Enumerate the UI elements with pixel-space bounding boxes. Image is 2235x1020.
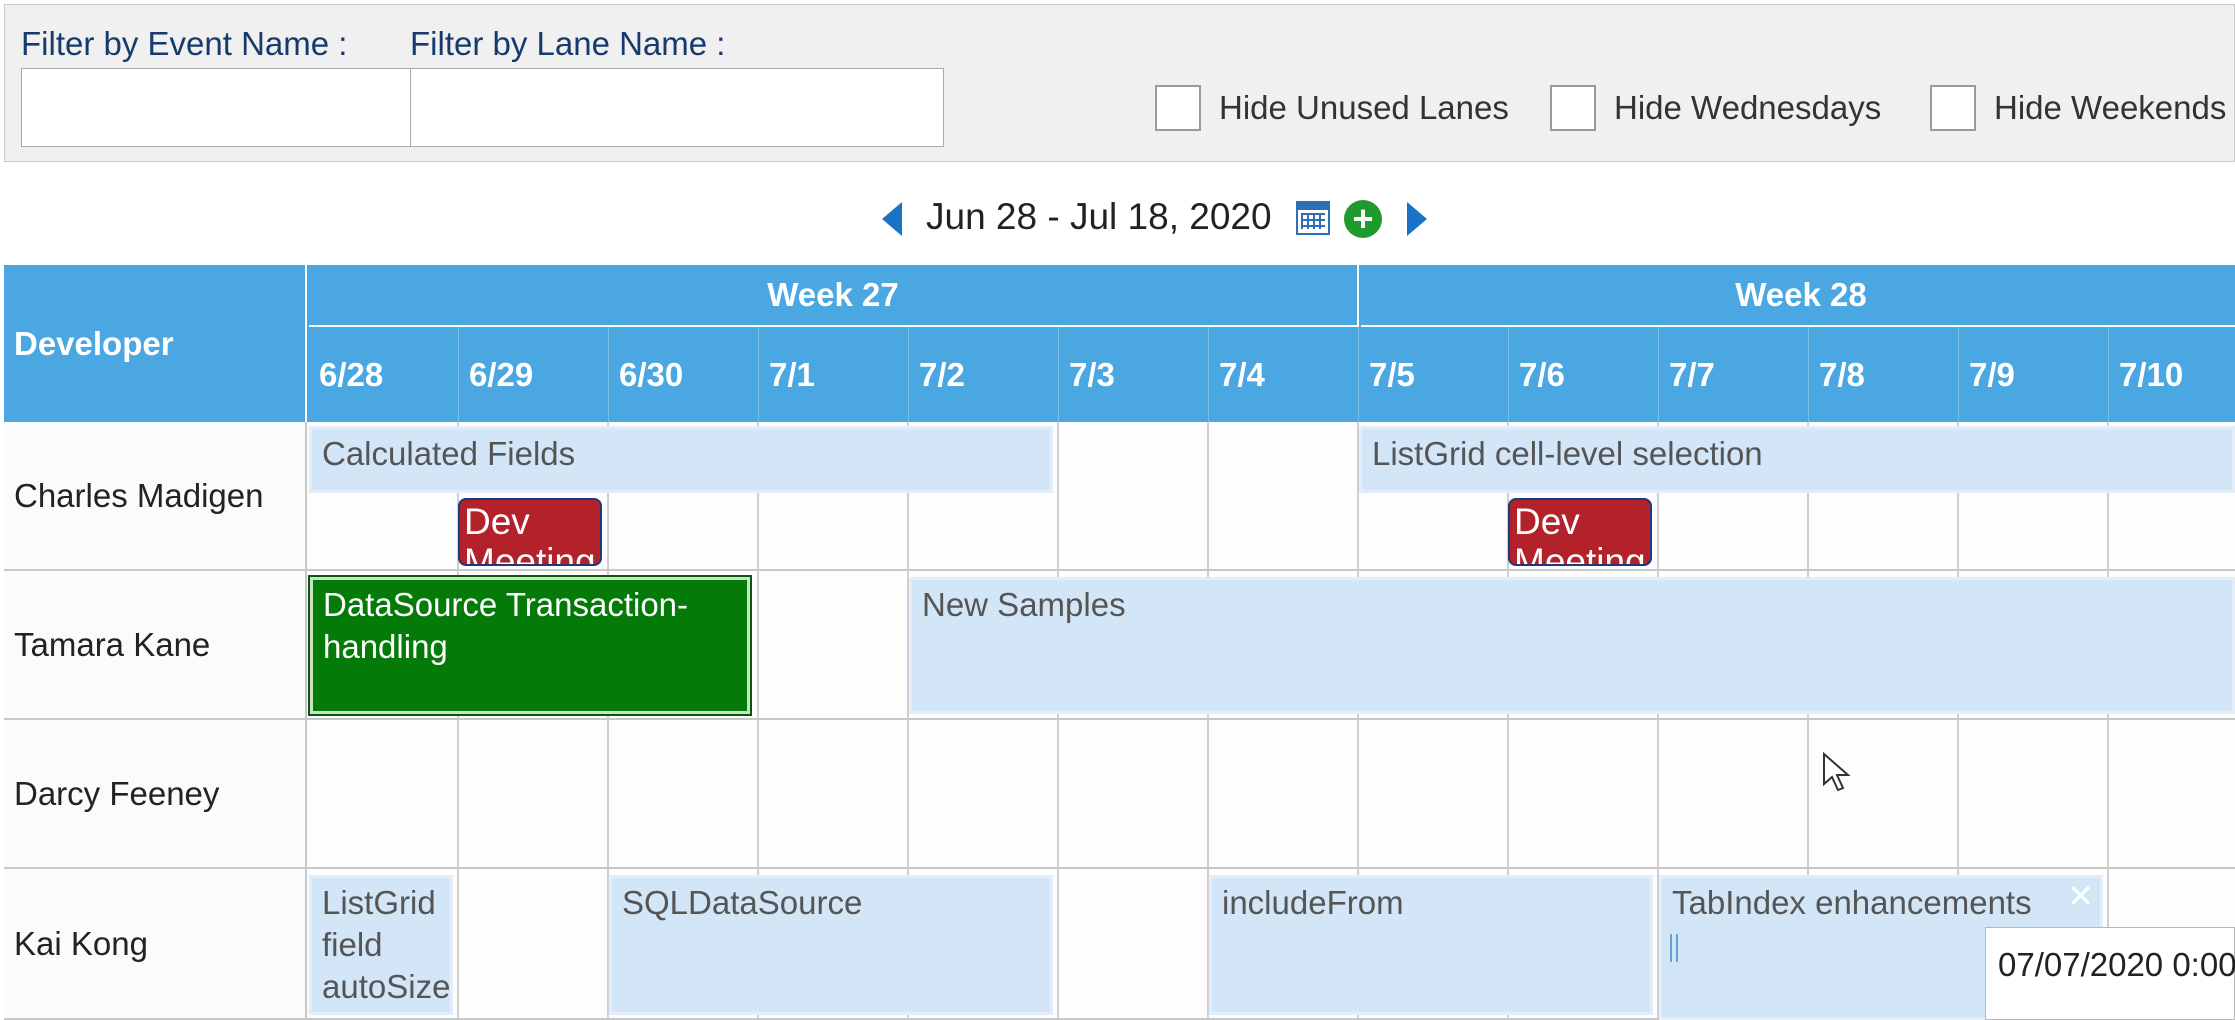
day-header: 7/8	[1809, 327, 1959, 422]
lane-name[interactable]: Charles Madigen	[4, 422, 307, 569]
lane-name-filter-label: Filter by Lane Name :	[410, 25, 726, 62]
event-listgrid-cell-selection[interactable]: ListGrid cell-level selection	[1359, 426, 2235, 493]
lane-column-header[interactable]: Developer	[4, 265, 307, 422]
add-event-icon[interactable]: +	[1344, 200, 1382, 238]
event-new-samples[interactable]: New Samples	[909, 577, 2235, 714]
day-header: 7/6	[1509, 327, 1659, 422]
day-header: 6/30	[609, 327, 759, 422]
day-header: 7/1	[759, 327, 909, 422]
hide-wednesdays-checkbox[interactable]: Hide Wednesdays	[1550, 83, 1881, 133]
calendar-icon[interactable]	[1296, 201, 1330, 235]
date-range-label: Jun 28 - Jul 18, 2020	[926, 196, 1272, 237]
checkbox-box[interactable]	[1930, 85, 1976, 131]
checkbox-label: Hide Weekends	[1994, 89, 2227, 126]
date-tooltip: 07/07/2020 0:00	[1985, 927, 2235, 1020]
day-header: 7/7	[1659, 327, 1809, 422]
week-header: Week 28	[1361, 265, 2235, 327]
day-header: 7/10	[2109, 327, 2235, 422]
lane-name[interactable]: Tamara Kane	[4, 571, 307, 718]
checkbox-box[interactable]	[1550, 85, 1596, 131]
lane-name-filter-input[interactable]	[410, 68, 944, 147]
date-navigator: Jun 28 - Jul 18, 2020 +	[0, 190, 2235, 250]
day-cell[interactable]	[609, 720, 759, 867]
timeline-header: Developer Week 27 Week 28 6/28 6/29 6/30…	[4, 265, 2235, 422]
day-cell[interactable]	[459, 720, 609, 867]
day-cell[interactable]	[759, 720, 909, 867]
close-icon[interactable]: ✕	[2067, 878, 2094, 914]
day-cell[interactable]	[2109, 720, 2235, 867]
day-cell[interactable]	[1059, 720, 1209, 867]
event-datasource-transaction[interactable]: DataSource Transaction-handling	[308, 575, 752, 716]
day-header: 7/9	[1959, 327, 2109, 422]
lane-row: Darcy Feeney	[4, 720, 2235, 869]
day-header: 7/2	[909, 327, 1059, 422]
day-header: 7/4	[1209, 327, 1359, 422]
event-listgrid-field-autosize[interactable]: ListGrid field autoSize	[309, 875, 453, 1015]
day-cell[interactable]	[309, 720, 459, 867]
checkbox-box[interactable]	[1155, 85, 1201, 131]
day-header: 7/3	[1059, 327, 1209, 422]
day-cell[interactable]	[1359, 720, 1509, 867]
day-header: 6/28	[309, 327, 459, 422]
day-header: 6/29	[459, 327, 609, 422]
day-cell[interactable]	[459, 869, 609, 1018]
lane-name[interactable]: Darcy Feeney	[4, 720, 307, 867]
day-cell[interactable]	[1059, 869, 1209, 1018]
mouse-cursor-icon	[1823, 752, 1851, 792]
checkbox-label: Hide Wednesdays	[1614, 89, 1882, 126]
week-header: Week 27	[309, 265, 1359, 327]
day-cell[interactable]	[909, 720, 1059, 867]
hide-unused-lanes-checkbox[interactable]: Hide Unused Lanes	[1155, 83, 1509, 133]
day-header: 7/5	[1359, 327, 1509, 422]
hide-weekends-checkbox[interactable]: Hide Weekends	[1930, 83, 2226, 133]
event-dev-meeting[interactable]: Dev Meeting	[1508, 498, 1652, 566]
event-dev-meeting[interactable]: Dev Meeting	[458, 498, 602, 566]
day-cell[interactable]	[1059, 422, 1209, 569]
day-cell[interactable]	[1209, 720, 1359, 867]
chevron-right-icon[interactable]	[1407, 202, 1427, 236]
chevron-left-icon[interactable]	[882, 202, 902, 236]
event-name-filter-label: Filter by Event Name :	[21, 25, 348, 62]
day-cell[interactable]	[1209, 422, 1359, 569]
filter-bar: Filter by Event Name : Filter by Lane Na…	[4, 4, 2235, 162]
event-calculated-fields[interactable]: Calculated Fields	[309, 426, 1053, 493]
event-title: TabIndex enhancements	[1672, 884, 2032, 921]
day-cell[interactable]	[1509, 720, 1659, 867]
day-cell[interactable]	[1959, 720, 2109, 867]
checkbox-label: Hide Unused Lanes	[1219, 89, 1509, 126]
day-cell[interactable]	[1659, 720, 1809, 867]
day-cell[interactable]	[759, 571, 909, 718]
event-sqldatasource[interactable]: SQLDataSource	[609, 875, 1053, 1015]
lane-name[interactable]: Kai Kong	[4, 869, 307, 1018]
event-includefrom[interactable]: includeFrom	[1209, 875, 1653, 1015]
resize-handle-icon[interactable]	[1670, 934, 1678, 962]
